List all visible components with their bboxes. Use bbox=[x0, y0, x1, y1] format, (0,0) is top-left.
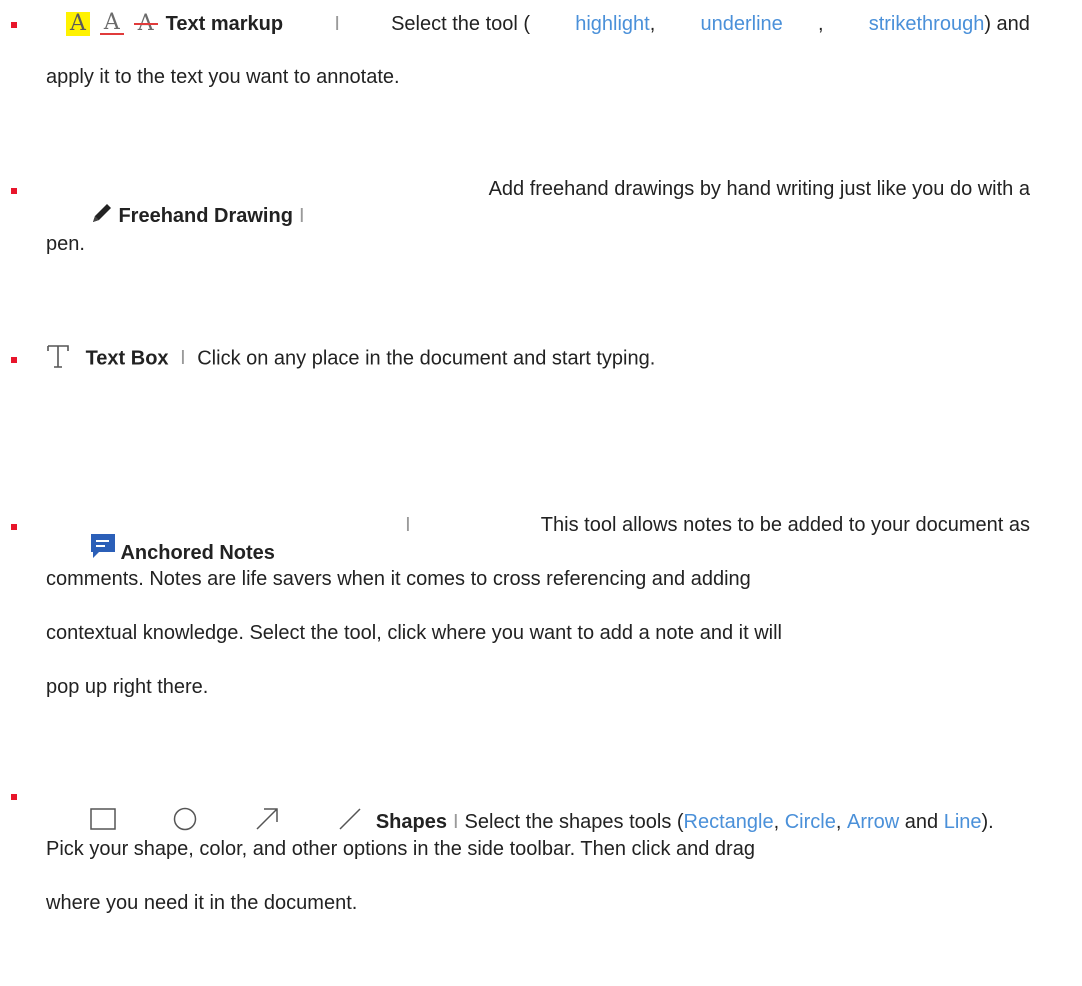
item-text-line: pop up right there. bbox=[46, 676, 209, 698]
item-text-line: where you need it in the document. bbox=[46, 892, 358, 914]
item-text-line: apply it to the text you want to annotat… bbox=[46, 66, 400, 88]
item-text: Add freehand drawings by hand writing ju… bbox=[488, 178, 1030, 200]
underline-icon: A bbox=[99, 12, 124, 35]
highlight-icon: A bbox=[66, 12, 90, 36]
item-text-line: pen. bbox=[46, 233, 85, 255]
separator: I bbox=[405, 514, 411, 536]
link-arrow[interactable]: Arrow bbox=[847, 810, 899, 834]
link-strikethrough[interactable]: strikethrough bbox=[869, 13, 985, 35]
separator: I bbox=[180, 347, 186, 370]
item-title: Shapes bbox=[375, 811, 447, 833]
item-text: Select the shapes tools ( bbox=[464, 811, 684, 833]
separator: I bbox=[334, 13, 340, 35]
link-underline[interactable]: underline bbox=[700, 12, 782, 36]
link-line[interactable]: Line bbox=[944, 810, 982, 834]
text-box-icon bbox=[46, 343, 70, 375]
link-circle[interactable]: Circle bbox=[785, 810, 836, 834]
item-text: Select the tool ( bbox=[391, 13, 531, 35]
item-text: This tool allows notes to be added to yo… bbox=[540, 514, 1030, 536]
item-text: Click on any place in the document and s… bbox=[197, 347, 656, 370]
separator: I bbox=[298, 205, 305, 227]
link-rectangle[interactable]: Rectangle bbox=[684, 810, 774, 834]
strikethrough-icon: A bbox=[133, 12, 158, 36]
item-title: Text Box bbox=[85, 347, 169, 370]
item-title: Text markup bbox=[165, 13, 284, 35]
separator: I bbox=[452, 811, 459, 833]
item-text-line: contextual knowledge. Select the tool, c… bbox=[46, 622, 782, 644]
item-title: Freehand Drawing bbox=[118, 205, 293, 227]
link-highlight[interactable]: highlight bbox=[575, 13, 650, 35]
item-text-line: Pick your shape, color, and other option… bbox=[46, 838, 755, 860]
item-title: Anchored Notes bbox=[120, 542, 275, 564]
item-text-line: comments. Notes are life savers when it … bbox=[46, 568, 751, 590]
